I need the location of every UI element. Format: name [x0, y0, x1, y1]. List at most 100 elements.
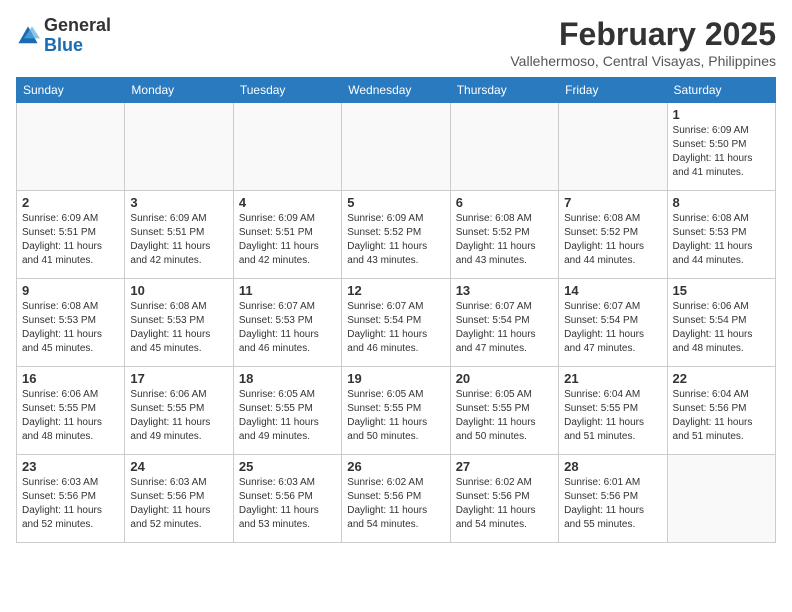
calendar-cell: 25 Sunrise: 6:03 AM Sunset: 5:56 PM Dayli…: [233, 455, 341, 543]
calendar-cell: [233, 103, 341, 191]
weekday-header: Thursday: [450, 78, 558, 103]
day-info: Sunrise: 6:09 AM Sunset: 5:51 PM Dayligh…: [239, 212, 336, 268]
calendar-week-row: 23 Sunrise: 6:03 AM Sunset: 5:56 PM Dayli…: [17, 455, 776, 543]
day-info: Sunrise: 6:04 AM Sunset: 5:56 PM Dayligh…: [673, 388, 770, 444]
day-number: 5: [347, 195, 444, 210]
day-number: 23: [22, 459, 119, 474]
calendar-cell: 2 Sunrise: 6:09 AM Sunset: 5:51 PM Daylig…: [17, 191, 125, 279]
day-info: Sunrise: 6:03 AM Sunset: 5:56 PM Dayligh…: [22, 476, 119, 532]
calendar-cell: [667, 455, 775, 543]
day-number: 3: [130, 195, 227, 210]
calendar-cell: 17 Sunrise: 6:06 AM Sunset: 5:55 PM Dayli…: [125, 367, 233, 455]
day-number: 11: [239, 283, 336, 298]
day-info: Sunrise: 6:07 AM Sunset: 5:54 PM Dayligh…: [564, 300, 661, 356]
day-number: 14: [564, 283, 661, 298]
calendar-cell: [559, 103, 667, 191]
day-number: 20: [456, 371, 553, 386]
day-info: Sunrise: 6:08 AM Sunset: 5:53 PM Dayligh…: [22, 300, 119, 356]
day-info: Sunrise: 6:04 AM Sunset: 5:55 PM Dayligh…: [564, 388, 661, 444]
weekday-header: Wednesday: [342, 78, 450, 103]
day-info: Sunrise: 6:03 AM Sunset: 5:56 PM Dayligh…: [239, 476, 336, 532]
weekday-header: Saturday: [667, 78, 775, 103]
calendar-cell: 1 Sunrise: 6:09 AM Sunset: 5:50 PM Daylig…: [667, 103, 775, 191]
calendar-cell: 5 Sunrise: 6:09 AM Sunset: 5:52 PM Daylig…: [342, 191, 450, 279]
day-number: 9: [22, 283, 119, 298]
day-number: 19: [347, 371, 444, 386]
day-number: 24: [130, 459, 227, 474]
calendar-week-row: 16 Sunrise: 6:06 AM Sunset: 5:55 PM Dayli…: [17, 367, 776, 455]
calendar-cell: 21 Sunrise: 6:04 AM Sunset: 5:55 PM Dayli…: [559, 367, 667, 455]
logo: General Blue: [16, 16, 111, 56]
day-number: 13: [456, 283, 553, 298]
calendar-cell: 10 Sunrise: 6:08 AM Sunset: 5:53 PM Dayli…: [125, 279, 233, 367]
calendar-week-row: 9 Sunrise: 6:08 AM Sunset: 5:53 PM Daylig…: [17, 279, 776, 367]
title-block: February 2025 Vallehermoso, Central Visa…: [510, 16, 776, 69]
calendar-cell: 22 Sunrise: 6:04 AM Sunset: 5:56 PM Dayli…: [667, 367, 775, 455]
day-info: Sunrise: 6:07 AM Sunset: 5:53 PM Dayligh…: [239, 300, 336, 356]
logo-blue: Blue: [44, 35, 83, 55]
logo-general: General: [44, 15, 111, 35]
location: Vallehermoso, Central Visayas, Philippin…: [510, 53, 776, 69]
day-info: Sunrise: 6:03 AM Sunset: 5:56 PM Dayligh…: [130, 476, 227, 532]
calendar-cell: 20 Sunrise: 6:05 AM Sunset: 5:55 PM Dayli…: [450, 367, 558, 455]
calendar-cell: 23 Sunrise: 6:03 AM Sunset: 5:56 PM Dayli…: [17, 455, 125, 543]
day-number: 1: [673, 107, 770, 122]
page-header: General Blue February 2025 Vallehermoso,…: [16, 16, 776, 69]
logo-text: General Blue: [44, 16, 111, 56]
day-info: Sunrise: 6:08 AM Sunset: 5:53 PM Dayligh…: [673, 212, 770, 268]
day-info: Sunrise: 6:09 AM Sunset: 5:51 PM Dayligh…: [22, 212, 119, 268]
calendar-cell: 27 Sunrise: 6:02 AM Sunset: 5:56 PM Dayli…: [450, 455, 558, 543]
day-info: Sunrise: 6:06 AM Sunset: 5:54 PM Dayligh…: [673, 300, 770, 356]
calendar-cell: 26Sunrise: 6:02 AM Sunset: 5:56 PM Dayli…: [342, 455, 450, 543]
day-number: 25: [239, 459, 336, 474]
calendar-cell: 4Sunrise: 6:09 AM Sunset: 5:51 PM Daylig…: [233, 191, 341, 279]
day-info: Sunrise: 6:02 AM Sunset: 5:56 PM Dayligh…: [456, 476, 553, 532]
calendar-cell: [17, 103, 125, 191]
day-info: Sunrise: 6:09 AM Sunset: 5:51 PM Dayligh…: [130, 212, 227, 268]
day-number: 17: [130, 371, 227, 386]
calendar-cell: 24 Sunrise: 6:03 AM Sunset: 5:56 PM Dayli…: [125, 455, 233, 543]
day-info: Sunrise: 6:02 AM Sunset: 5:56 PM Dayligh…: [347, 476, 444, 532]
weekday-header: Monday: [125, 78, 233, 103]
day-number: 22: [673, 371, 770, 386]
day-info: Sunrise: 6:09 AM Sunset: 5:50 PM Dayligh…: [673, 124, 770, 180]
calendar-cell: [125, 103, 233, 191]
logo-icon: [16, 24, 40, 48]
day-number: 2: [22, 195, 119, 210]
day-number: 27: [456, 459, 553, 474]
day-info: Sunrise: 6:08 AM Sunset: 5:52 PM Dayligh…: [456, 212, 553, 268]
day-info: Sunrise: 6:06 AM Sunset: 5:55 PM Dayligh…: [22, 388, 119, 444]
day-info: Sunrise: 6:06 AM Sunset: 5:55 PM Dayligh…: [130, 388, 227, 444]
calendar-cell: 12Sunrise: 6:07 AM Sunset: 5:54 PM Dayli…: [342, 279, 450, 367]
calendar-cell: 15 Sunrise: 6:06 AM Sunset: 5:54 PM Dayli…: [667, 279, 775, 367]
calendar-cell: 16 Sunrise: 6:06 AM Sunset: 5:55 PM Dayli…: [17, 367, 125, 455]
day-number: 16: [22, 371, 119, 386]
day-number: 21: [564, 371, 661, 386]
calendar-table: SundayMondayTuesdayWednesdayThursdayFrid…: [16, 77, 776, 543]
month-year: February 2025: [510, 16, 776, 53]
calendar-cell: 18Sunrise: 6:05 AM Sunset: 5:55 PM Dayli…: [233, 367, 341, 455]
calendar-cell: 14 Sunrise: 6:07 AM Sunset: 5:54 PM Dayli…: [559, 279, 667, 367]
day-number: 7: [564, 195, 661, 210]
calendar-week-row: 1 Sunrise: 6:09 AM Sunset: 5:50 PM Daylig…: [17, 103, 776, 191]
weekday-header: Friday: [559, 78, 667, 103]
day-info: Sunrise: 6:08 AM Sunset: 5:53 PM Dayligh…: [130, 300, 227, 356]
day-number: 6: [456, 195, 553, 210]
day-info: Sunrise: 6:07 AM Sunset: 5:54 PM Dayligh…: [347, 300, 444, 356]
calendar-cell: 11 Sunrise: 6:07 AM Sunset: 5:53 PM Dayli…: [233, 279, 341, 367]
day-number: 15: [673, 283, 770, 298]
day-number: 10: [130, 283, 227, 298]
day-info: Sunrise: 6:05 AM Sunset: 5:55 PM Dayligh…: [347, 388, 444, 444]
calendar-header-row: SundayMondayTuesdayWednesdayThursdayFrid…: [17, 78, 776, 103]
weekday-header: Sunday: [17, 78, 125, 103]
day-info: Sunrise: 6:05 AM Sunset: 5:55 PM Dayligh…: [239, 388, 336, 444]
calendar-cell: 19 Sunrise: 6:05 AM Sunset: 5:55 PM Dayli…: [342, 367, 450, 455]
day-info: Sunrise: 6:09 AM Sunset: 5:52 PM Dayligh…: [347, 212, 444, 268]
calendar-cell: 6 Sunrise: 6:08 AM Sunset: 5:52 PM Daylig…: [450, 191, 558, 279]
calendar-cell: 9 Sunrise: 6:08 AM Sunset: 5:53 PM Daylig…: [17, 279, 125, 367]
day-info: Sunrise: 6:08 AM Sunset: 5:52 PM Dayligh…: [564, 212, 661, 268]
calendar-cell: 3 Sunrise: 6:09 AM Sunset: 5:51 PM Daylig…: [125, 191, 233, 279]
day-info: Sunrise: 6:05 AM Sunset: 5:55 PM Dayligh…: [456, 388, 553, 444]
calendar-cell: [450, 103, 558, 191]
day-info: Sunrise: 6:01 AM Sunset: 5:56 PM Dayligh…: [564, 476, 661, 532]
